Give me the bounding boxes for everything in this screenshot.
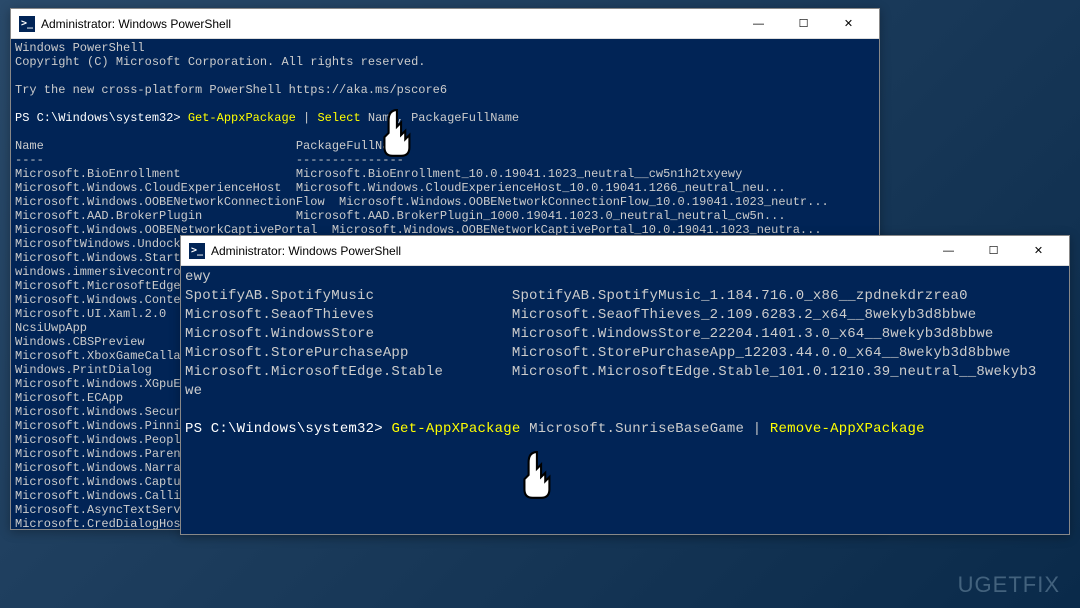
maximize-button[interactable]: ☐: [781, 10, 826, 38]
close-button[interactable]: ✕: [1016, 237, 1061, 265]
terminal-2[interactable]: ewy SpotifyAB.SpotifyMusic SpotifyAB.Spo…: [181, 266, 1069, 534]
powershell-icon: >_: [19, 16, 35, 32]
maximize-button[interactable]: ☐: [971, 237, 1016, 265]
minimize-button[interactable]: —: [926, 237, 971, 265]
window-title-2: Administrator: Windows PowerShell: [211, 244, 926, 258]
close-button[interactable]: ✕: [826, 10, 871, 38]
titlebar-1[interactable]: >_ Administrator: Windows PowerShell — ☐…: [11, 9, 879, 39]
minimize-button[interactable]: —: [736, 10, 781, 38]
titlebar-2[interactable]: >_ Administrator: Windows PowerShell — ☐…: [181, 236, 1069, 266]
window-title-1: Administrator: Windows PowerShell: [41, 17, 736, 31]
window-controls-2: — ☐ ✕: [926, 237, 1061, 265]
window-controls-1: — ☐ ✕: [736, 10, 871, 38]
watermark: UGETFIX: [958, 572, 1060, 598]
powershell-icon: >_: [189, 243, 205, 259]
powershell-window-2: >_ Administrator: Windows PowerShell — ☐…: [180, 235, 1070, 535]
